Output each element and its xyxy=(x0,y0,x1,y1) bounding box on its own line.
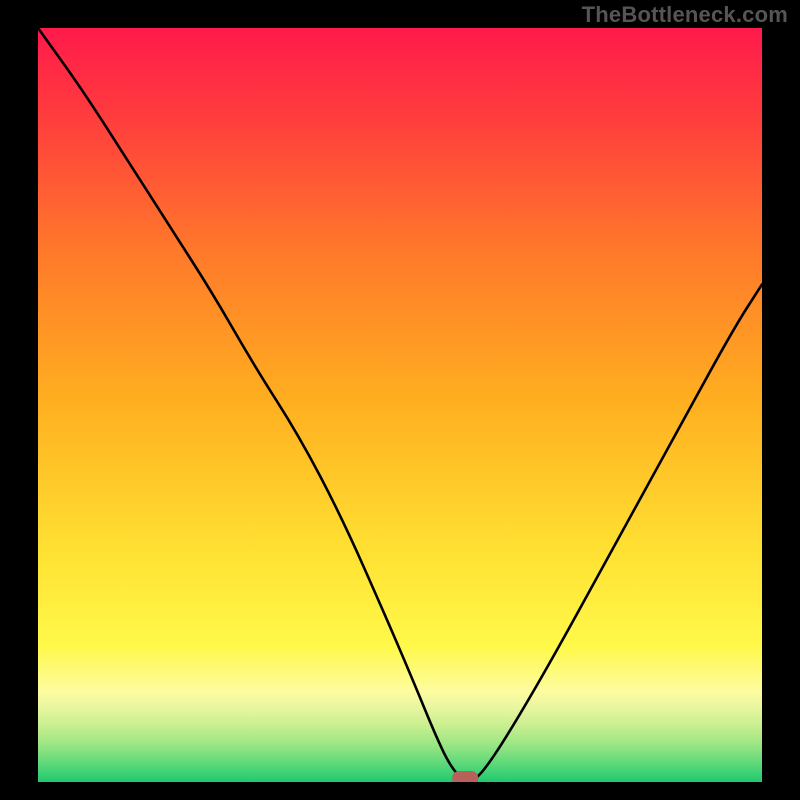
chart-svg xyxy=(38,28,762,782)
gradient-rect xyxy=(38,28,762,782)
attribution-text: TheBottleneck.com xyxy=(582,2,788,28)
chart-frame: TheBottleneck.com xyxy=(0,0,800,800)
plot-area xyxy=(38,28,762,782)
optimal-marker xyxy=(452,771,478,782)
